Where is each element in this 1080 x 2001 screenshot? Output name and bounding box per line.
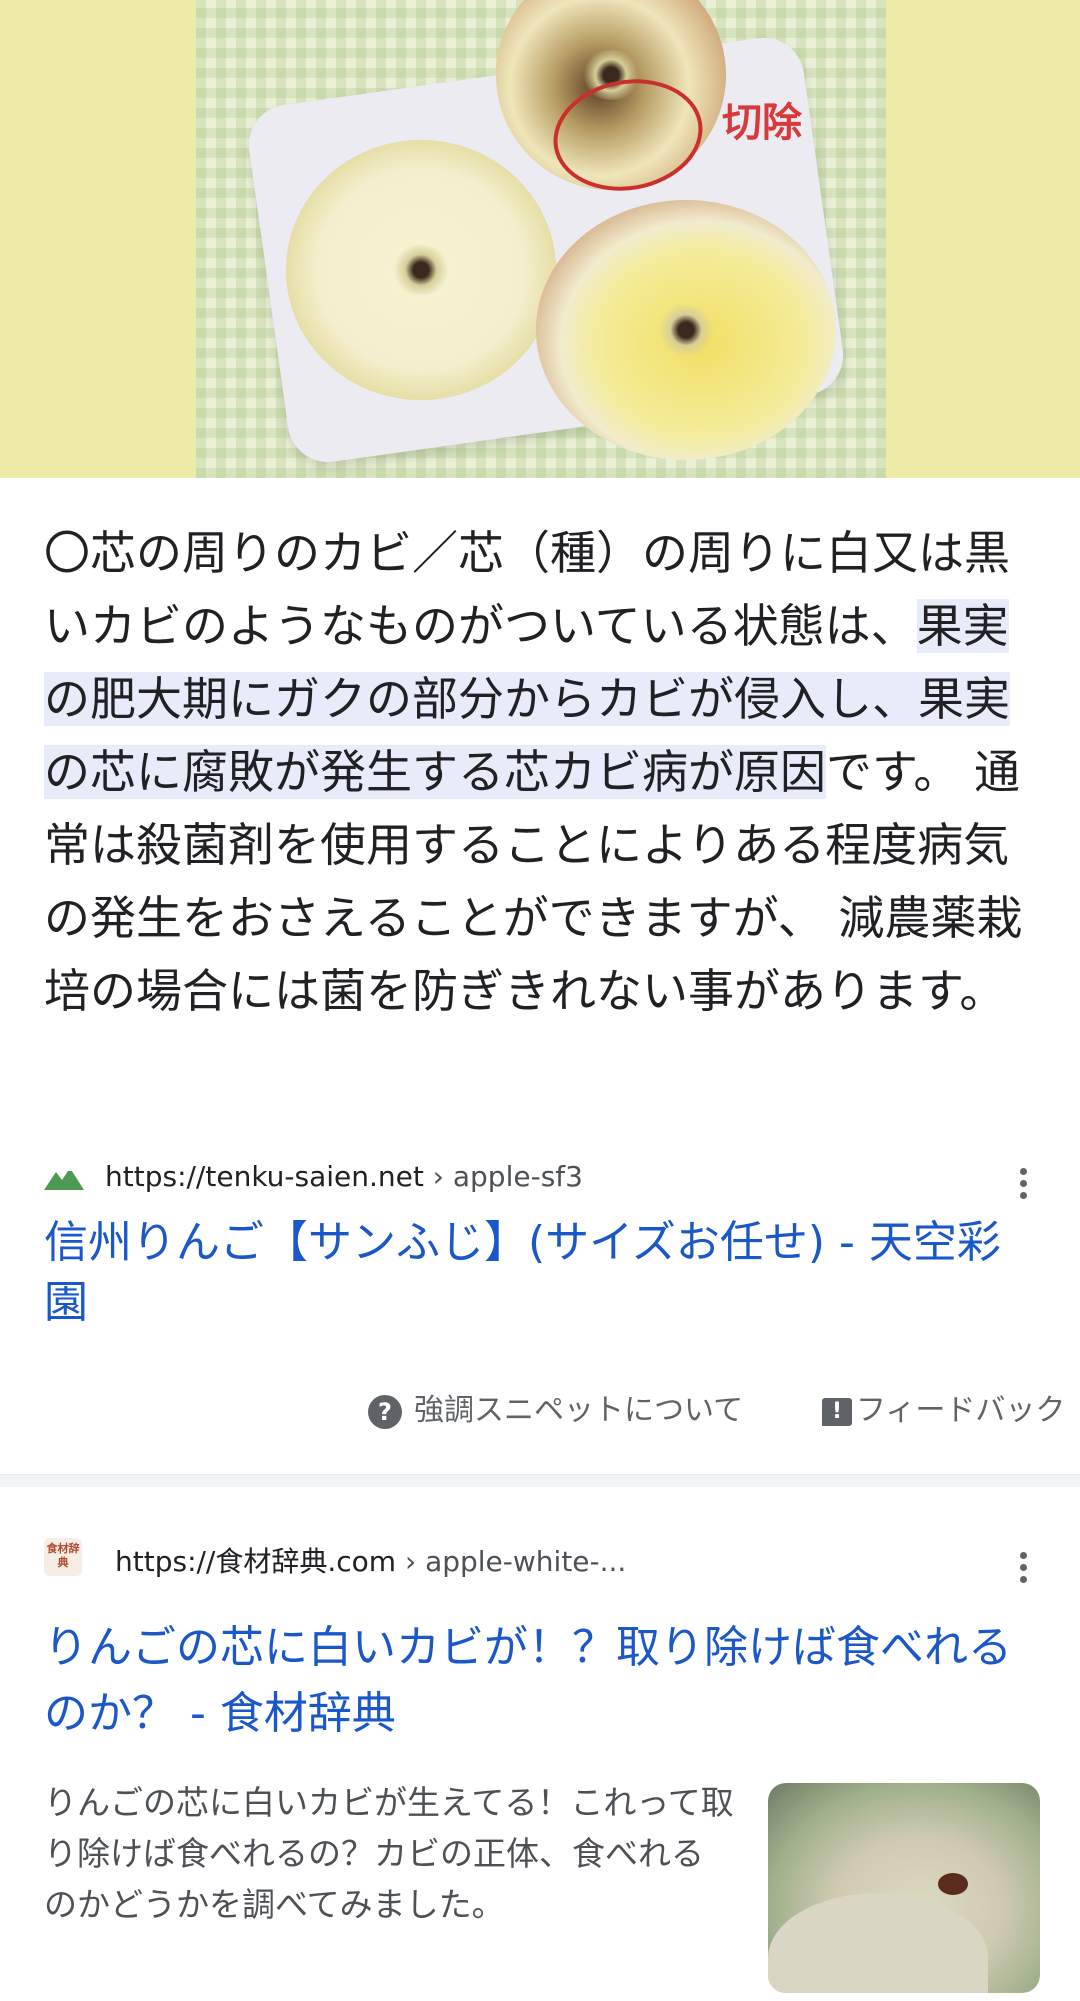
mountain-icon — [44, 1168, 84, 1190]
snippet-text-before: 〇芯の周りのカビ／芯（種）の周りに白又は黒いカビのようなものがついている状態は、 — [44, 526, 1010, 653]
more-options-icon[interactable] — [1018, 1552, 1028, 1588]
site-favicon-icon: 食材辞典 — [44, 1538, 82, 1576]
more-options-icon[interactable] — [1018, 1168, 1028, 1204]
result-url[interactable]: https://tenku-saien.net › apple-sf3 — [105, 1160, 583, 1193]
help-icon: ? — [368, 1394, 402, 1429]
apple-photo — [196, 0, 886, 478]
section-divider — [0, 1474, 1080, 1487]
result-url[interactable]: https://食材辞典.com › apple-white-... — [115, 1540, 626, 1580]
result-description: りんごの芯に白いカビが生えてる！これって取り除けば食べれるの？カビの正体、食べれ… — [44, 1783, 734, 1924]
result-title-link[interactable]: 信州りんご【サンふじ】(サイズお任せ) - 天空彩園 — [44, 1213, 1034, 1333]
result-thumbnail[interactable] — [768, 1783, 1040, 1993]
apple-half-right — [536, 200, 836, 460]
feedback-link[interactable]: ! フィードバック — [822, 1385, 1065, 1435]
apple-half-left — [286, 140, 556, 400]
feedback-icon: ! — [822, 1397, 852, 1426]
cut-annotation-label: 切除 — [722, 100, 802, 146]
about-snippets-link[interactable]: ? 強調スニペットについて — [368, 1385, 743, 1435]
featured-snippet-text: 〇芯の周りのカビ／芯（種）の周りに白又は黒いカビのようなものがついている状態は、… — [44, 517, 1044, 1028]
featured-image[interactable]: 切除 — [0, 0, 1080, 478]
result-title-link[interactable]: りんごの芯に白いカビが！？取り除けば食べれるのか？ - 食材辞典 — [44, 1615, 1044, 1747]
